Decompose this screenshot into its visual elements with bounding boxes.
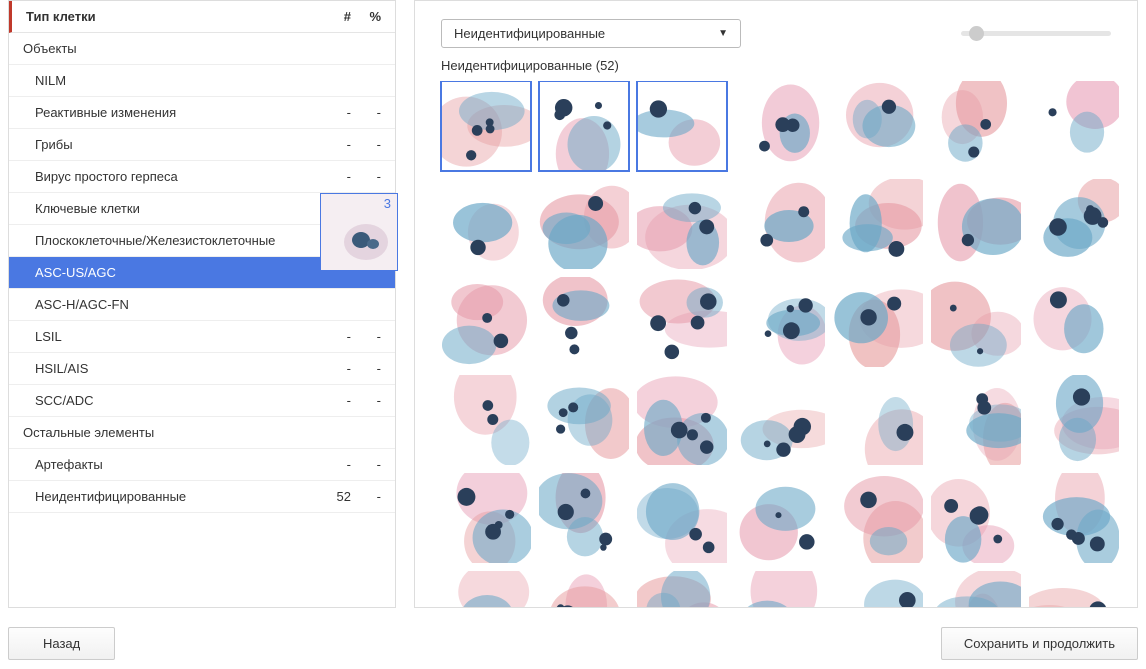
header-type: Тип клетки [26,9,311,24]
gallery-cell[interactable] [441,473,531,563]
gallery-cell[interactable] [1029,179,1119,269]
gallery-cell[interactable] [637,81,727,171]
gallery-cell[interactable] [441,179,531,269]
gallery-cell[interactable] [539,375,629,465]
row-fungi[interactable]: Грибы-- [9,129,395,161]
gallery-cell[interactable] [931,277,1021,367]
gallery-cell[interactable] [637,375,727,465]
gallery-cell[interactable] [1029,375,1119,465]
gallery-cell[interactable] [931,81,1021,171]
gallery-cell[interactable] [637,473,727,563]
cell-type-panel: Тип клетки # % Объекты NILM Реактивные и… [8,0,396,608]
gallery-cell[interactable] [735,473,825,563]
gallery-cell[interactable] [539,473,629,563]
gallery-cell[interactable] [539,81,629,171]
category-dropdown[interactable]: Неидентифицированные ▼ [441,19,741,48]
gallery-cell[interactable] [539,571,629,607]
gallery-cell[interactable] [441,375,531,465]
gallery-cell[interactable] [1029,571,1119,607]
gallery-cell[interactable] [735,179,825,269]
row-unident[interactable]: Неидентифицированные52- [9,481,395,513]
cell-type-header: Тип клетки # % [9,1,395,33]
row-lsil[interactable]: LSIL-- [9,321,395,353]
gallery-cell[interactable] [539,277,629,367]
back-button[interactable]: Назад [8,627,115,660]
gallery-cell[interactable] [735,571,825,607]
row-hsil[interactable]: HSIL/AIS-- [9,353,395,385]
gallery-scroll[interactable] [415,81,1137,607]
save-continue-button[interactable]: Сохранить и продолжить [941,627,1138,660]
subgroup-nilm[interactable]: NILM [9,65,395,97]
row-reactive[interactable]: Реактивные изменения-- [9,97,395,129]
gallery-cell[interactable] [833,375,923,465]
gallery-cell[interactable] [441,81,531,171]
group-objects[interactable]: Объекты [9,33,395,65]
gallery-cell[interactable] [441,277,531,367]
gallery-cell[interactable] [441,571,531,607]
gallery-cell[interactable] [1029,473,1119,563]
gallery-cell[interactable] [735,81,825,171]
slider-handle[interactable] [969,26,984,41]
gallery-cell[interactable] [833,473,923,563]
chevron-down-icon: ▼ [718,28,728,39]
gallery-grid [441,81,1129,607]
gallery-cell[interactable] [833,571,923,607]
gallery-cell[interactable] [637,179,727,269]
gallery-cell[interactable] [1029,277,1119,367]
gallery-cell[interactable] [931,571,1021,607]
gallery-cell[interactable] [735,277,825,367]
group-other[interactable]: Остальные элементы [9,417,395,449]
row-herpes[interactable]: Вирус простого герпеса-- [9,161,395,193]
dropdown-selected-label: Неидентифицированные [454,26,605,41]
gallery-cell[interactable] [637,571,727,607]
gallery-cell[interactable] [637,277,727,367]
preview-badge: 3 [384,196,391,211]
gallery-cell[interactable] [833,277,923,367]
gallery-cell[interactable] [833,81,923,171]
gallery-cell[interactable] [1029,81,1119,171]
row-artifacts[interactable]: Артефакты-- [9,449,395,481]
header-count: # [311,9,351,24]
row-scc[interactable]: SCC/ADC-- [9,385,395,417]
header-percent: % [351,9,381,24]
gallery-title: Неидентифицированные (52) [415,58,1137,81]
preview-thumbnail[interactable]: 3 [320,193,398,271]
gallery-cell[interactable] [539,179,629,269]
zoom-slider[interactable] [761,31,1111,36]
gallery-cell[interactable] [931,375,1021,465]
gallery-cell[interactable] [931,473,1021,563]
gallery-cell[interactable] [735,375,825,465]
footer: Назад Сохранить и продолжить [0,617,1146,669]
gallery-panel: Неидентифицированные ▼ Неидентифицирован… [414,0,1138,608]
row-asch[interactable]: ASC-H/AGC-FN [9,289,395,321]
gallery-cell[interactable] [931,179,1021,269]
gallery-cell[interactable] [833,179,923,269]
